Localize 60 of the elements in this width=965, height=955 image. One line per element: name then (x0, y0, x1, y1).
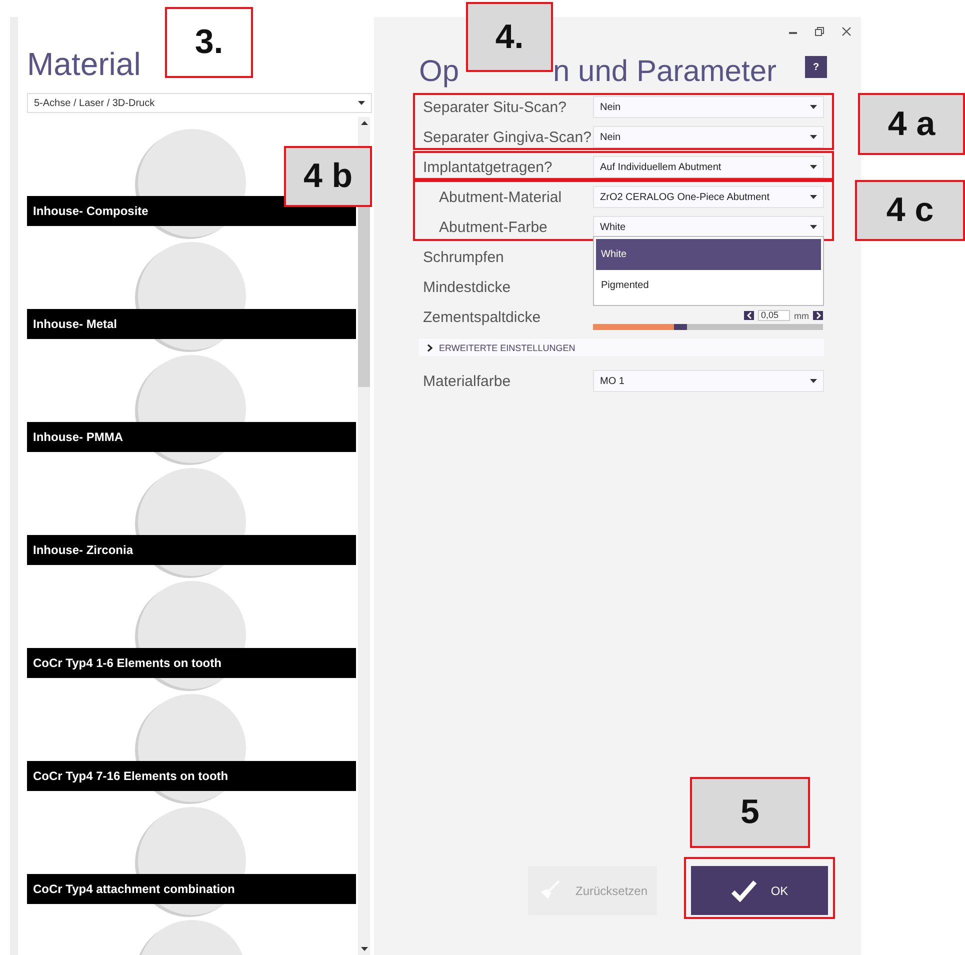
field-label: Implantatgetragen? (423, 158, 554, 176)
dropdown[interactable]: MO 1 (593, 370, 824, 392)
filter-dropdown[interactable]: 5-Achse / Laser / 3D-Druck (27, 93, 372, 113)
field-label: Abutment-Farbe (438, 218, 548, 236)
checkmark-icon (730, 880, 757, 902)
panel-title: Material (27, 46, 141, 82)
dropdown[interactable]: Auf Individuellem Abutment (593, 156, 824, 178)
step-callout: 4 a (858, 93, 965, 155)
value-input[interactable]: 0,05 (758, 310, 790, 321)
expander[interactable]: ERWEITERTE EINSTELLUNGEN (419, 339, 824, 356)
field-label: Mindestdicke (423, 278, 512, 296)
field-label: Abutment-Material (438, 188, 563, 206)
scroll-down-icon[interactable] (360, 947, 368, 951)
field-label: Separater Situ-Scan? (423, 98, 568, 116)
material-item[interactable]: CoCr Typ4 7-16 Elements on tooth (27, 761, 356, 791)
unit-label: mm (794, 310, 809, 320)
material-item[interactable]: CoCr Typ4 attachment combination (27, 874, 356, 904)
step-callout: 3. (165, 7, 253, 78)
caret-icon (810, 165, 817, 169)
caret-icon (810, 135, 817, 139)
chevron-icon (427, 344, 433, 352)
field-label: Materialfarbe (423, 372, 512, 390)
dropdown[interactable]: Nein (593, 96, 824, 118)
material-item[interactable]: CoCr Typ4 1-6 Elements on tooth (27, 648, 356, 678)
material-item[interactable]: Inhouse- PMMA (27, 422, 356, 452)
dropdown[interactable]: ZrO2 CERALOG One-Piece Abutment (593, 186, 824, 208)
dropdown[interactable]: White (593, 216, 824, 238)
step-callout: 4. (466, 2, 553, 72)
slider-track[interactable] (593, 324, 823, 330)
caret-icon (810, 225, 817, 229)
field-label: Schrumpfen (423, 248, 505, 266)
scroll-up-icon[interactable] (360, 121, 368, 125)
material-item[interactable]: Inhouse- Zirconia (27, 535, 356, 565)
step-callout: 4 c (855, 180, 965, 241)
chevron-right-icon (816, 312, 820, 319)
scrollbar[interactable] (358, 117, 370, 955)
field-label: Separater Gingiva-Scan? (423, 128, 592, 146)
chevron-left-icon (746, 312, 752, 319)
step-callout: 5 (690, 777, 810, 848)
field-label: Zementspaltdicke (423, 308, 542, 326)
increase-button[interactable] (813, 311, 823, 320)
caret-icon (810, 379, 817, 383)
caret-icon (810, 105, 817, 109)
dropdown-option[interactable]: Pigmented (596, 270, 821, 301)
dropdown[interactable]: Nein (593, 126, 824, 148)
scrollbar-thumb[interactable] (358, 207, 370, 387)
material-item[interactable]: Inhouse- Composite (27, 196, 356, 226)
slider-thumb[interactable] (674, 324, 686, 330)
panel-title: Op (419, 54, 460, 90)
ok-button[interactable]: OK (691, 866, 828, 915)
help-button[interactable]: ? (805, 56, 827, 78)
decrease-button[interactable] (744, 311, 754, 320)
material-item[interactable]: Inhouse- Metal (27, 309, 356, 339)
dropdown-option[interactable]: White (596, 239, 821, 270)
caret-icon (358, 101, 365, 105)
panel-title: n und Parameter (553, 54, 776, 90)
step-callout: 4 b (284, 146, 372, 207)
close-icon[interactable] (842, 26, 851, 36)
restore-icon[interactable] (815, 26, 824, 36)
caret-icon (810, 195, 817, 199)
